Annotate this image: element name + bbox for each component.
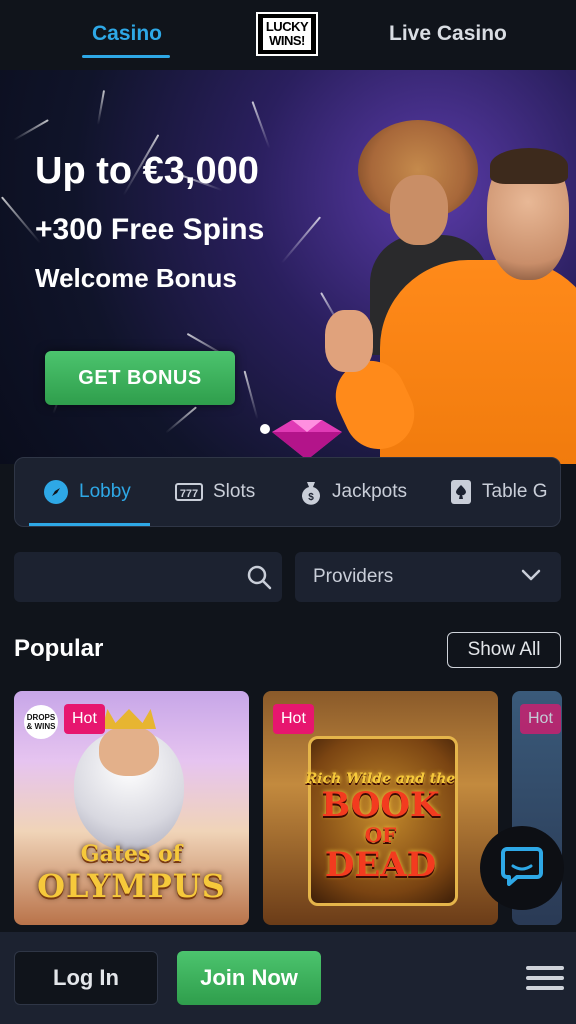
login-button[interactable]: Log In xyxy=(14,951,158,1005)
providers-label: Providers xyxy=(313,566,394,587)
firework-streak xyxy=(280,216,322,264)
game-search xyxy=(14,552,282,602)
game-title-line3: OF xyxy=(364,823,397,847)
providers-dropdown[interactable]: Providers xyxy=(295,552,561,602)
svg-text:777: 777 xyxy=(180,488,198,500)
active-tab-indicator xyxy=(82,55,170,58)
search-input[interactable] xyxy=(14,552,234,602)
chat-bubble-icon xyxy=(501,846,543,891)
lucky-wins-logo[interactable]: LUCKY WINS! xyxy=(256,12,318,56)
drops-and-wins-badge: DROPS & WINS xyxy=(24,705,58,739)
firework-streak xyxy=(243,370,259,420)
game-title-line2: BOOK xyxy=(321,785,440,825)
category-tabs: Lobby 777 Slots $ Jackpots Table G xyxy=(14,457,561,527)
firework-streak xyxy=(96,90,106,125)
category-tab-slots[interactable]: 777 Slots xyxy=(175,458,255,526)
pink-gem-icon xyxy=(272,420,342,460)
tab-casino[interactable]: Casino xyxy=(92,22,162,46)
category-label-slots: Slots xyxy=(213,481,256,502)
section-title-popular: Popular xyxy=(14,635,104,662)
game-title-line1: Gates of xyxy=(80,841,183,867)
hero-man-body xyxy=(380,260,576,464)
tab-live-casino[interactable]: Live Casino xyxy=(389,22,507,46)
hero-woman-face xyxy=(390,175,448,245)
game-card-gates-of-olympus[interactable]: DROPS & WINS Hot Gates of OLYMPUS xyxy=(14,691,249,925)
firework-streak xyxy=(165,406,197,434)
category-label-table-games: Table G xyxy=(482,481,548,502)
category-label-jackpots: Jackpots xyxy=(332,481,407,502)
zeus-face-art xyxy=(99,726,159,776)
get-bonus-button[interactable]: GET BONUS xyxy=(45,351,235,405)
zeus-crown-art xyxy=(102,709,156,729)
compass-icon xyxy=(43,479,69,505)
hero-headline: Up to €3,000 xyxy=(35,150,259,192)
hero-man-hair xyxy=(490,148,568,184)
game-title-gates-of-olympus: Gates of OLYMPUS xyxy=(14,841,249,905)
game-title-line2: OLYMPUS xyxy=(37,867,226,905)
show-all-button[interactable]: Show All xyxy=(447,632,561,668)
firework-streak xyxy=(13,119,49,141)
carousel-dot[interactable] xyxy=(260,424,270,434)
category-tab-table-games[interactable]: Table G xyxy=(450,458,547,526)
svg-text:$: $ xyxy=(308,492,314,503)
hero-tagline: Welcome Bonus xyxy=(35,263,237,293)
bottom-bar: Log In Join Now xyxy=(0,932,576,1024)
join-now-button[interactable]: Join Now xyxy=(177,951,321,1005)
spade-card-icon xyxy=(450,479,472,505)
top-navigation: Casino LUCKY WINS! Live Casino xyxy=(0,0,576,70)
hero-banner[interactable]: Up to €3,000 +300 Free Spins Welcome Bon… xyxy=(0,70,576,464)
active-category-indicator xyxy=(29,523,150,526)
search-icon[interactable] xyxy=(246,564,272,595)
firework-streak xyxy=(251,101,271,149)
chevron-down-icon xyxy=(521,568,541,587)
hot-badge: Hot xyxy=(273,704,314,734)
money-bag-icon: $ xyxy=(300,479,322,505)
hamburger-menu-icon[interactable] xyxy=(526,966,564,990)
live-chat-button[interactable] xyxy=(480,826,564,910)
game-title-book-of-dead: Rich Wilde and the BOOK OF DEAD xyxy=(263,771,498,883)
category-tab-lobby[interactable]: Lobby xyxy=(43,458,131,526)
category-label-lobby: Lobby xyxy=(79,481,131,502)
game-title-line4: DEAD xyxy=(324,845,437,885)
hero-subline: +300 Free Spins xyxy=(35,213,265,246)
logo-line2: WINS! xyxy=(269,33,305,48)
hero-man-fist xyxy=(325,310,373,372)
logo-line1: LUCKY xyxy=(265,19,309,34)
hot-badge: Hot xyxy=(520,704,561,734)
slot-777-icon: 777 xyxy=(175,481,203,503)
hot-badge: Hot xyxy=(64,704,105,734)
category-tab-jackpots[interactable]: $ Jackpots xyxy=(300,458,407,526)
game-card-book-of-dead[interactable]: Hot Rich Wilde and the BOOK OF DEAD xyxy=(263,691,498,925)
